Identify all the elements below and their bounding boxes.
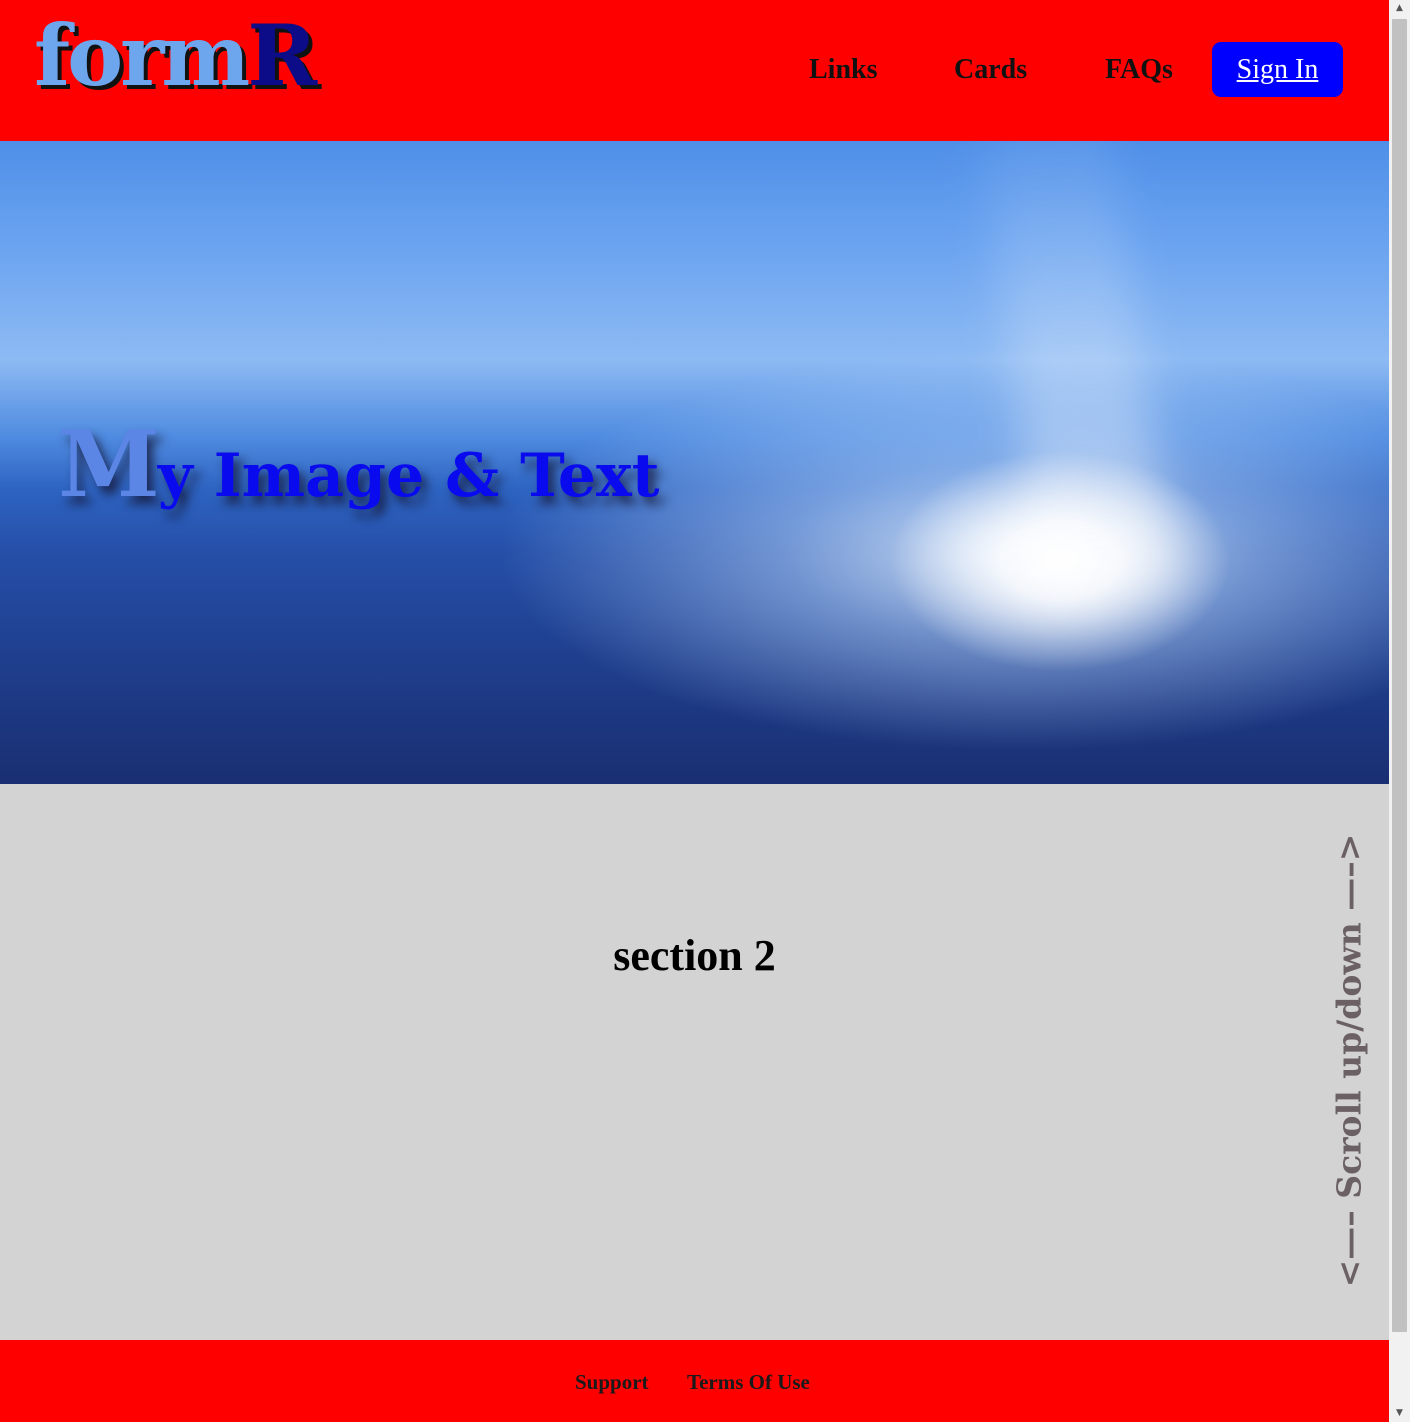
site-header: formR Links Cards FAQs Sign In [0,0,1389,141]
nav-links[interactable]: Links [809,46,878,94]
hero-title-rest: y Image & Text [157,441,660,511]
scrollbar-thumb[interactable] [1392,19,1407,1332]
hero-title: My Image & Text [58,418,660,521]
hero-title-initial: M [58,410,160,518]
footer-link-terms[interactable]: Terms Of Use [687,1368,810,1396]
scroll-hint-text: <—– Scroll up/down —–> [1329,833,1369,1287]
scroll-hint: <—– Scroll up/down —–> [1327,826,1371,1294]
sun-beam [977,141,1173,598]
nav-faqs[interactable]: FAQs [1105,46,1173,94]
hero-banner: My Image & Text [0,141,1389,784]
vertical-scrollbar[interactable]: ▲ ▼ [1389,0,1410,1422]
sign-in-button[interactable]: Sign In [1212,42,1343,97]
logo-part-form: form [34,6,250,105]
logo[interactable]: formR [34,6,317,106]
nav-cards[interactable]: Cards [954,46,1027,94]
scroll-up-arrow-icon[interactable]: ▲ [1389,0,1410,17]
section-2-title: section 2 [613,931,776,980]
site-footer: Support Terms Of Use [0,1340,1389,1422]
logo-part-r: R [247,6,317,105]
page: formR Links Cards FAQs Sign In My Image … [0,0,1389,1422]
footer-link-support[interactable]: Support [575,1368,649,1396]
scroll-down-arrow-icon[interactable]: ▼ [1389,1405,1410,1422]
section-2: section 2 [0,784,1389,1340]
